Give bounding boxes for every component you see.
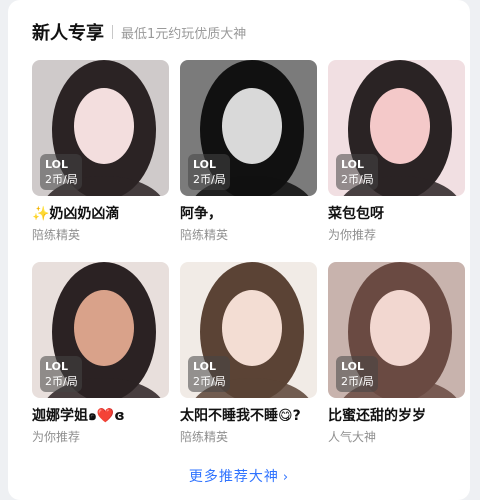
player-tag: 陪练精英	[180, 430, 229, 444]
player-card[interactable]: LOL 2币/局 阿争， 陪练精英	[180, 60, 317, 243]
price-label: 2币/局	[341, 375, 374, 388]
price-badge: LOL 2币/局	[188, 356, 230, 392]
player-tag: 人气大神	[328, 430, 377, 444]
player-name: 阿争，	[180, 206, 222, 222]
player-tag: 陪练精英	[180, 228, 229, 242]
price-badge: LOL 2币/局	[40, 356, 82, 392]
player-card[interactable]: LOL 2币/局 迦娜学姐๑❤️ɞ 为你推荐	[32, 262, 169, 445]
price-badge: LOL 2币/局	[336, 356, 378, 392]
player-photo[interactable]: LOL 2币/局	[180, 262, 317, 398]
game-label: LOL	[341, 158, 364, 171]
player-name: 比蜜还甜的岁岁	[328, 408, 426, 424]
price-label: 2币/局	[193, 173, 226, 186]
chevron-right-icon: ›	[282, 470, 290, 485]
game-label: LOL	[45, 360, 68, 373]
game-label: LOL	[193, 360, 216, 373]
player-name: 迦娜学姐๑❤️ɞ	[32, 408, 125, 424]
price-badge: LOL 2币/局	[336, 154, 378, 190]
game-label: LOL	[341, 360, 364, 373]
section-header: 新人专享 最低1元约玩优质大神	[32, 18, 246, 46]
player-card[interactable]: LOL 2币/局 太阳不睡我不睡😋? 陪练精英	[180, 262, 317, 445]
section-subtitle: 最低1元约玩优质大神	[121, 26, 247, 42]
player-card[interactable]: LOL 2币/局 比蜜还甜的岁岁 人气大神	[328, 262, 465, 445]
price-label: 2币/局	[45, 375, 78, 388]
game-label: LOL	[45, 158, 68, 171]
player-photo[interactable]: LOL 2币/局	[328, 60, 465, 196]
price-label: 2币/局	[193, 375, 226, 388]
game-label: LOL	[193, 158, 216, 171]
player-card[interactable]: LOL 2币/局 ✨奶凶奶凶滴 陪练精英	[32, 60, 169, 243]
player-name: 菜包包呀	[328, 206, 384, 222]
header-divider	[112, 25, 113, 39]
more-recommended-link[interactable]: 更多推荐大神 ›	[8, 466, 470, 486]
player-photo[interactable]: LOL 2币/局	[32, 60, 169, 196]
player-name: 太阳不睡我不睡😋?	[180, 408, 301, 424]
new-user-exclusive-card: 新人专享 最低1元约玩优质大神 LOL 2币/局 ✨奶凶奶凶滴 陪练精英 LOL…	[8, 0, 470, 500]
player-photo[interactable]: LOL 2币/局	[180, 60, 317, 196]
price-badge: LOL 2币/局	[188, 154, 230, 190]
more-label: 更多推荐大神	[188, 469, 279, 485]
price-label: 2币/局	[341, 173, 374, 186]
player-photo[interactable]: LOL 2币/局	[328, 262, 465, 398]
player-tag: 陪练精英	[32, 228, 81, 242]
player-name: ✨奶凶奶凶滴	[32, 206, 120, 222]
price-badge: LOL 2币/局	[40, 154, 82, 190]
price-label: 2币/局	[45, 173, 78, 186]
player-tag: 为你推荐	[32, 430, 81, 444]
player-tag: 为你推荐	[328, 228, 377, 242]
player-card[interactable]: LOL 2币/局 菜包包呀 为你推荐	[328, 60, 465, 243]
section-title: 新人专享	[32, 23, 104, 44]
player-photo[interactable]: LOL 2币/局	[32, 262, 169, 398]
